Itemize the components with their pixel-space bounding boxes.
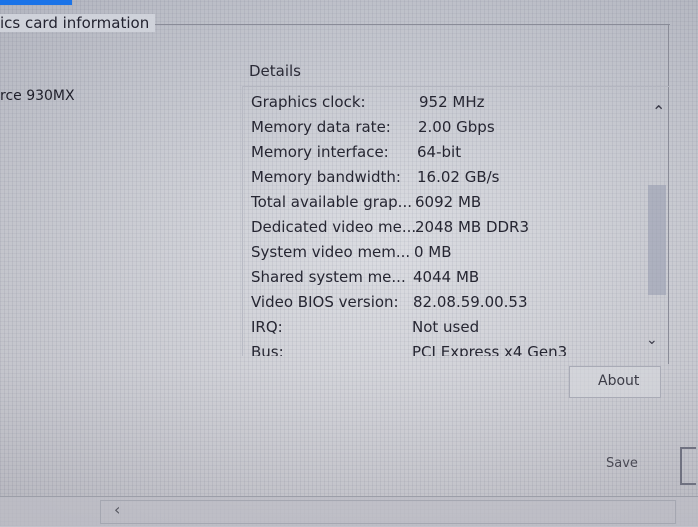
detail-label: Video BIOS version:	[251, 293, 399, 311]
detail-row: System video mem... 0 MB	[243, 240, 643, 264]
detail-value: 4044 MB	[413, 268, 480, 286]
details-header-label: Details	[249, 62, 302, 80]
save-button-label: Save	[606, 456, 638, 471]
detail-value: Not used	[412, 318, 480, 336]
detail-value: 952 MHz	[419, 93, 485, 111]
detail-row: Memory data rate: 2.00 Gbps	[243, 115, 643, 139]
detail-value: 0 MB	[414, 243, 452, 261]
adapter-list[interactable]	[0, 80, 236, 470]
detail-label: Memory data rate:	[251, 118, 391, 136]
chevron-down-icon[interactable]: ⌄	[646, 332, 658, 348]
about-button[interactable]: About	[569, 366, 661, 398]
detail-row: Dedicated video me... 2048 MB DDR3	[243, 215, 643, 239]
detail-value: 64-bit	[417, 143, 462, 161]
detail-label: Graphics clock:	[251, 93, 366, 111]
detail-label: Memory bandwidth:	[251, 168, 401, 186]
detail-row: Bus: PCI Express x4 Gen3	[243, 340, 643, 356]
detail-row: IRQ: Not used	[243, 315, 643, 339]
scrollbar-thumb[interactable]	[648, 185, 666, 295]
detail-label: Shared system me...	[251, 268, 406, 286]
adapter-list-item[interactable]: rce 930MX	[0, 88, 75, 104]
chevron-left-icon[interactable]: ‹	[114, 500, 120, 519]
save-button[interactable]: Save	[594, 450, 674, 480]
detail-value: 16.02 GB/s	[417, 168, 500, 186]
detail-row: Shared system me... 4044 MB	[243, 265, 643, 289]
detail-value: 82.08.59.00.53	[413, 293, 528, 311]
detail-value: 6092 MB	[415, 193, 482, 211]
detail-label: IRQ:	[251, 318, 283, 336]
detail-value: 2.00 Gbps	[418, 118, 495, 136]
group-title: ics card information	[0, 14, 156, 32]
adjacent-button-edge[interactable]	[680, 447, 696, 485]
about-button-label: About	[598, 373, 640, 389]
detail-label: Total available grap...	[251, 193, 412, 211]
detail-row: Video BIOS version: 82.08.59.00.53	[243, 290, 643, 314]
detail-label: Bus:	[251, 343, 284, 356]
horizontal-scrollbar[interactable]	[100, 500, 676, 524]
group-frame-top	[150, 24, 670, 25]
detail-label: Memory interface:	[251, 143, 389, 161]
detail-row: Total available grap... 6092 MB	[243, 190, 643, 214]
details-column-header[interactable]: Details	[242, 58, 670, 87]
accent-tab-strip	[0, 0, 72, 5]
details-list[interactable]: Graphics clock: 952 MHz Memory data rate…	[242, 86, 671, 356]
detail-value: 2048 MB DDR3	[415, 218, 530, 236]
detail-row: Memory bandwidth: 16.02 GB/s	[243, 165, 643, 189]
detail-row: Memory interface: 64-bit	[243, 140, 643, 164]
detail-label: System video mem...	[251, 243, 411, 261]
detail-label: Dedicated video me...	[251, 218, 417, 236]
detail-value: PCI Express x4 Gen3	[412, 343, 568, 356]
chevron-up-icon[interactable]: ⌃	[652, 102, 665, 121]
detail-row: Graphics clock: 952 MHz	[243, 90, 643, 114]
